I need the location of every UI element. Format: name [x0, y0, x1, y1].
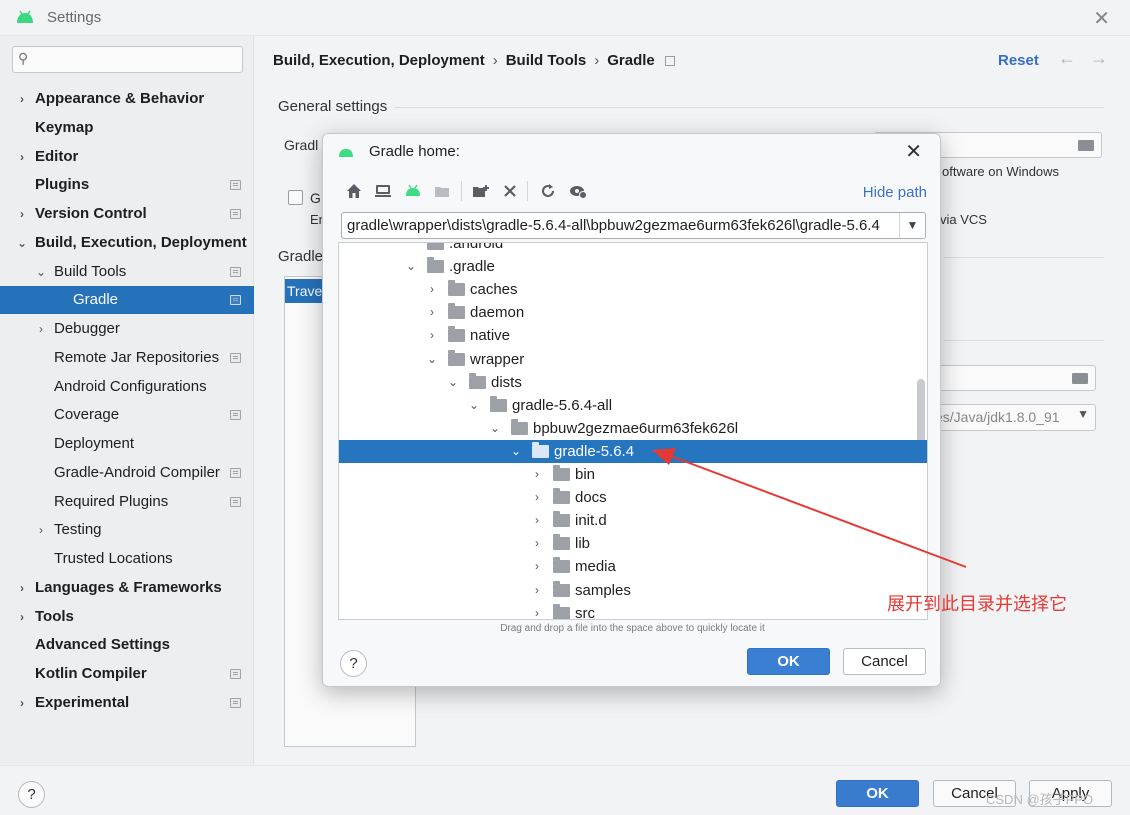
folder-icon	[553, 465, 570, 481]
tree-node[interactable]: ⌄ .gradle	[339, 255, 927, 278]
folder-icon	[427, 243, 444, 250]
chevron-right-icon[interactable]: ›	[531, 463, 543, 486]
folder-icon	[532, 441, 549, 458]
tree-node[interactable]: › daemon	[339, 301, 927, 324]
folder-icon	[448, 303, 465, 320]
tree-node-label: src	[575, 604, 595, 620]
show-hidden-icon[interactable]	[569, 182, 587, 200]
chevron-right-icon[interactable]: ›	[531, 532, 543, 555]
home-icon[interactable]	[345, 182, 363, 200]
tree-node[interactable]: .android	[339, 242, 927, 255]
tree-node[interactable]: › init.d	[339, 509, 927, 532]
dialog-close-button[interactable]: ✕	[905, 139, 922, 164]
hide-path-link[interactable]: Hide path	[863, 184, 927, 201]
tree-node-label: gradle-5.6.4-all	[512, 396, 613, 414]
folder-icon	[553, 557, 570, 574]
folder-icon	[469, 372, 486, 389]
tree-node-label: docs	[575, 489, 607, 507]
refresh-icon[interactable]	[539, 182, 557, 200]
chevron-right-icon[interactable]: ›	[426, 278, 438, 301]
tree-node-label: bin	[575, 466, 596, 483]
chevron-down-icon[interactable]: ⌄	[426, 348, 438, 371]
desktop-icon[interactable]	[374, 182, 392, 200]
project-folder-icon[interactable]	[433, 182, 451, 200]
folder-icon	[448, 349, 465, 366]
tree-node[interactable]: ⌄ gradle-5.6.4-all	[339, 394, 927, 417]
drag-drop-hint: Drag and drop a file into the space abov…	[500, 623, 765, 634]
tree-node-label: init.d	[575, 512, 607, 530]
folder-icon	[553, 580, 570, 597]
chevron-down-icon[interactable]: ⌄	[447, 371, 459, 394]
tree-node-label: native	[470, 327, 511, 345]
chevron-right-icon[interactable]: ›	[531, 509, 543, 532]
tree-node-label: media	[575, 558, 616, 576]
folder-icon	[553, 603, 570, 619]
chevron-right-icon[interactable]: ›	[531, 555, 543, 578]
tree-node-label: gradle-5.6.4	[554, 442, 635, 460]
chevron-right-icon[interactable]: ›	[531, 486, 543, 509]
tree-node[interactable]: › media	[339, 555, 927, 578]
folder-icon	[553, 488, 570, 505]
file-tree[interactable]: .android ⌄ .gradle › caches › daemon › native ⌄ wr…	[338, 242, 928, 620]
tree-node[interactable]: › samples	[339, 579, 927, 602]
folder-icon	[448, 280, 465, 297]
tree-node-label: dists	[491, 373, 522, 391]
folder-icon	[553, 511, 570, 528]
tree-node-label: daemon	[470, 304, 525, 322]
toolbar-separator	[527, 181, 528, 201]
folder-icon	[553, 534, 570, 551]
chevron-right-icon[interactable]: ›	[426, 301, 438, 324]
tree-node[interactable]: › bin	[339, 463, 927, 486]
folder-icon	[448, 326, 465, 343]
dialog-ok-button[interactable]: OK	[747, 648, 830, 675]
tree-node[interactable]: ⌄ wrapper	[339, 348, 927, 371]
chevron-down-icon[interactable]: ⌄	[405, 255, 417, 278]
tree-node-label: caches	[470, 281, 518, 299]
tree-node[interactable]: › caches	[339, 278, 927, 301]
android-studio-icon	[339, 149, 353, 157]
tree-node[interactable]: › native	[339, 324, 927, 347]
dialog-cancel-button[interactable]: Cancel	[843, 648, 926, 675]
tree-node-label: wrapper	[470, 350, 525, 368]
new-folder-icon[interactable]	[472, 182, 490, 200]
delete-icon[interactable]	[501, 182, 519, 200]
android-icon[interactable]	[404, 182, 422, 200]
folder-icon	[427, 257, 444, 274]
toolbar-separator	[461, 181, 462, 201]
tree-node[interactable]: ⌄ gradle-5.6.4	[339, 439, 927, 463]
tree-node[interactable]: ⌄ bpbuw2gezmae6urm63fek626l	[339, 417, 927, 440]
chevron-down-icon[interactable]: ⌄	[489, 417, 501, 440]
tree-node[interactable]: ⌄ dists	[339, 371, 927, 394]
tree-node[interactable]: › docs	[339, 486, 927, 509]
gradle-home-dialog: Gradle home: ✕ Hide path gradle\wrapper\	[322, 133, 941, 687]
tree-node-label: lib	[575, 535, 591, 553]
dialog-help-button[interactable]: ?	[340, 650, 367, 677]
tree-node[interactable]: › lib	[339, 532, 927, 555]
tree-node[interactable]: › src	[339, 602, 927, 620]
tree-node-label: bpbuw2gezmae6urm63fek626l	[533, 419, 739, 437]
tree-node-label: .gradle	[449, 258, 495, 276]
tree-node-label: .android	[449, 242, 504, 252]
chevron-down-icon[interactable]: ⌄	[468, 394, 480, 417]
tree-node-label: samples	[575, 581, 631, 599]
annotation-text: 展开到此目录并选择它	[887, 594, 1067, 614]
chevron-down-icon[interactable]: ▼	[899, 213, 925, 238]
path-input[interactable]: gradle\wrapper\dists\gradle-5.6.4-all\bp…	[341, 212, 926, 239]
path-input-value[interactable]: gradle\wrapper\dists\gradle-5.6.4-all\bp…	[347, 217, 880, 234]
chevron-right-icon[interactable]: ›	[531, 602, 543, 619]
folder-icon	[490, 395, 507, 412]
chevron-right-icon[interactable]: ›	[531, 579, 543, 602]
dialog-title: Gradle home:	[369, 143, 460, 160]
folder-icon	[511, 418, 528, 435]
chevron-right-icon[interactable]: ›	[426, 324, 438, 347]
chevron-down-icon[interactable]: ⌄	[510, 440, 522, 463]
